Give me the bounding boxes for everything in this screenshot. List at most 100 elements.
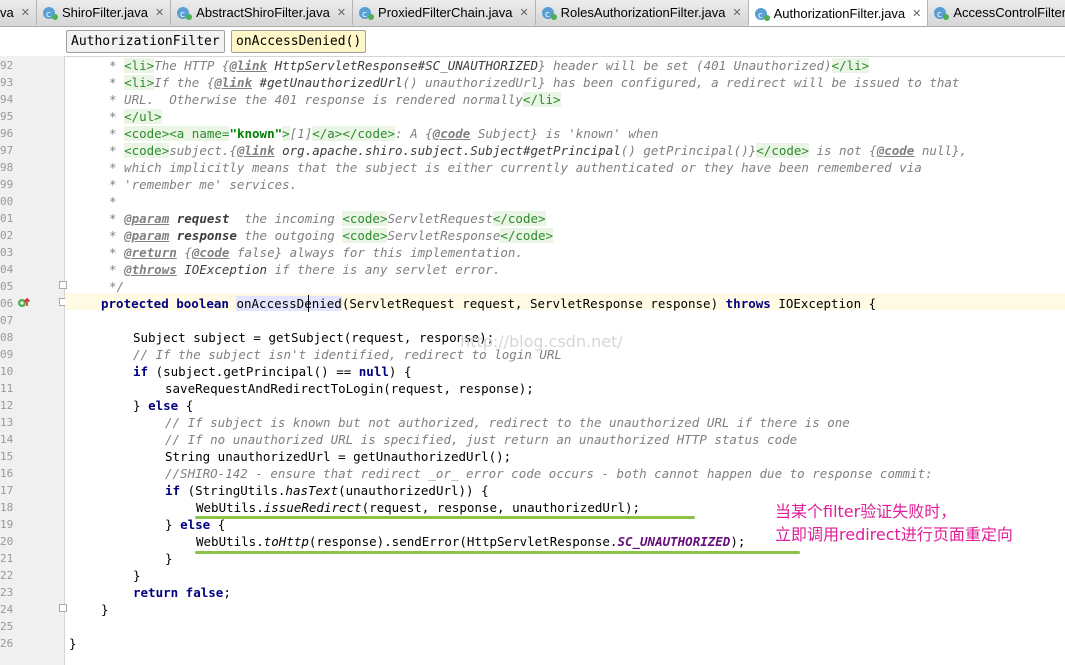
annotation-text: 当某个filter验证失败时， [775,502,957,521]
line-number: 24 [0,603,14,616]
highlight-underline [195,516,695,519]
code-line: * [109,194,117,209]
editor-tab-bar: va ✕ c ShiroFilter.java ✕ c AbstractShir… [0,0,1065,27]
line-number: 25 [0,620,14,633]
line-number: 94 [0,93,14,106]
tab-partial[interactable]: va ✕ [0,0,37,25]
code-line: } [101,602,109,617]
java-class-icon: c [541,5,557,21]
line-number: 01 [0,212,14,225]
code-line: if (StringUtils.hasText(unauthorizedUrl)… [165,483,489,498]
breadcrumb-class[interactable]: AuthorizationFilter [66,30,225,53]
code-line: if (subject.getPrincipal() == null) { [133,364,412,379]
override-method-icon[interactable] [17,297,31,309]
highlight-underline [195,551,800,554]
code-line: * <code>subject.{@link org.apache.shiro.… [109,143,968,158]
tab-label: RolesAuthorizationFilter.java [560,5,726,20]
tab-label: ShiroFilter.java [61,5,148,20]
tab-label: ProxiedFilterChain.java [378,5,513,20]
line-number: 22 [0,569,14,582]
code-line: // If subject is known but not authorize… [165,415,850,430]
close-icon[interactable]: ✕ [912,7,921,20]
code-line: String unauthorizedUrl = getUnauthorized… [165,449,512,464]
svg-text:c: c [362,10,367,20]
code-line: */ [109,279,125,294]
line-number: 93 [0,76,14,89]
svg-text:c: c [758,11,763,21]
code-line: * URL. Otherwise the 401 response is ren… [109,92,561,107]
line-number: 92 [0,59,14,72]
line-number: 18 [0,501,14,514]
svg-text:c: c [180,10,185,20]
line-number: 96 [0,127,14,140]
line-number: 98 [0,161,14,174]
close-icon[interactable]: ✕ [155,6,164,19]
code-line: * which implicitly means that the subjec… [109,160,922,175]
line-number: 14 [0,433,14,446]
line-number: 19 [0,518,14,531]
code-line: * @param request the incoming <code>Serv… [109,211,546,226]
tab-proxiedfilterchain[interactable]: c ProxiedFilterChain.java ✕ [353,0,536,25]
line-number: 17 [0,484,14,497]
code-line: } [69,636,77,651]
tab-authorizationfilter[interactable]: c AuthorizationFilter.java ✕ [748,0,929,26]
tab-rolesauthorizationfilter[interactable]: c RolesAuthorizationFilter.java ✕ [535,0,749,25]
line-number: 12 [0,399,14,412]
line-number: 13 [0,416,14,429]
code-line: } [165,551,173,566]
tab-abstractshirofilter[interactable]: c AbstractShiroFilter.java ✕ [171,0,354,25]
line-number: 00 [0,195,14,208]
svg-text:c: c [937,10,942,20]
code-line: * <code><a name="known">[1]</a></code>: … [109,126,659,141]
code-editor[interactable]: * <li>The HTTP {@link HttpServletRespons… [65,56,1065,665]
code-line: WebUtils.toHttp(response).sendError(Http… [196,534,746,549]
close-icon[interactable]: ✕ [21,6,30,19]
tab-label: va [0,5,14,20]
code-line: * @param response the outgoing <code>Ser… [109,228,554,243]
line-number: 06 [0,297,14,310]
line-number: 97 [0,144,14,157]
code-line: //SHIRO-142 - ensure that redirect _or_ … [165,466,933,481]
code-line: * <li>The HTTP {@link HttpServletRespons… [109,58,870,73]
code-line: } else { [133,398,194,413]
close-icon[interactable]: ✕ [732,6,741,19]
line-number: 21 [0,552,14,565]
line-number: 23 [0,586,14,599]
tab-accesscontrolfilter[interactable]: c AccessControlFilter [928,0,1065,25]
code-line: * </ul> [109,109,162,124]
code-line: * @return {@code false} always for this … [109,245,523,260]
code-line: saveRequestAndRedirectToLogin(request, r… [165,381,534,396]
code-line: return false; [133,585,231,600]
code-line: // If no unauthorized URL is specified, … [165,432,798,447]
java-class-icon: c [933,5,950,21]
java-class-icon: c [358,5,375,21]
line-number: 20 [0,535,14,548]
annotation-text: 立即调用redirect进行页面重定向 [775,525,1013,544]
code-line: } [133,568,141,583]
close-icon[interactable]: ✕ [337,6,346,19]
code-line: protected boolean onAccessDenied(Servlet… [101,296,877,311]
tab-label: AuthorizationFilter.java [773,6,906,21]
line-number: 02 [0,229,14,242]
breadcrumb: AuthorizationFilter onAccessDenied() [0,27,1065,57]
line-number: 08 [0,331,14,344]
tab-label: AbstractShiroFilter.java [196,5,330,20]
java-class-icon: c [176,5,193,21]
watermark: http://blog.csdn.net/ [460,332,623,351]
code-line: * <li>If the {@link #getUnauthorizedUrl(… [109,75,960,90]
close-icon[interactable]: ✕ [519,6,528,19]
code-line: * @throws IOException if there is any se… [109,262,501,277]
svg-text:c: c [545,10,550,20]
line-number: 05 [0,280,14,293]
line-number: 04 [0,263,14,276]
line-number: 03 [0,246,14,259]
code-line: Subject subject = getSubject(request, re… [133,330,495,345]
line-number: 10 [0,365,14,378]
tab-shirofilter[interactable]: c ShiroFilter.java ✕ [36,0,172,25]
line-number: 07 [0,314,14,327]
java-class-icon: c [754,6,770,22]
line-number-gutter[interactable]: 92 93 94 95 96 97 98 99 00 01 02 03 04 0… [0,56,67,665]
line-number: 95 [0,110,14,123]
breadcrumb-method[interactable]: onAccessDenied() [231,30,367,53]
line-number: 26 [0,637,14,650]
